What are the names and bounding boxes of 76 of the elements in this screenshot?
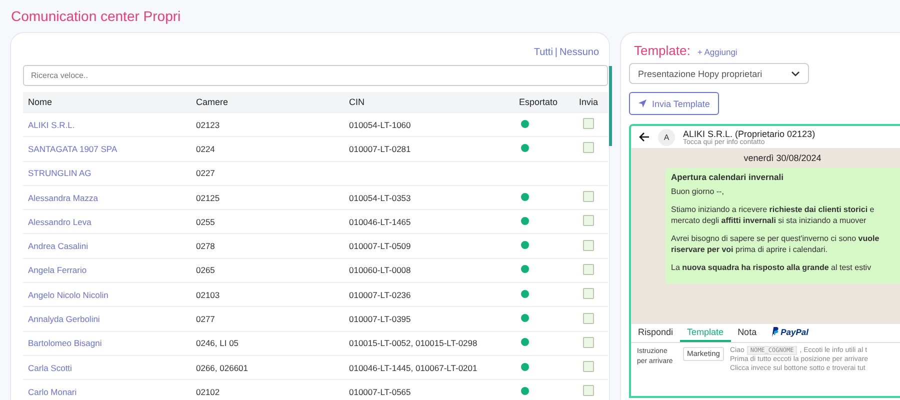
send-checkbox[interactable]	[583, 142, 594, 154]
send-checkbox[interactable]	[583, 118, 594, 130]
contact-name-link[interactable]: ALIKI S.R.L.	[23, 120, 191, 130]
table-cell-text: 02125	[195, 192, 221, 203]
contact-name: ALIKI S.R.L. (Proprietario 02123)	[683, 128, 816, 138]
add-template-link[interactable]: + Aggiungi	[697, 47, 738, 57]
compose-tab[interactable]: Nota	[730, 324, 764, 342]
table-cell-text: 02123	[195, 120, 221, 130]
column-header: Esportato	[518, 97, 559, 107]
table-cell-text: 010054-LT-1060	[348, 120, 412, 130]
message-paragraph: La nuova squadra ha risposto alla grande al test estiv	[671, 262, 872, 274]
send-template-button[interactable]: Invia Template	[629, 92, 719, 115]
contact-name-link[interactable]: STRUNGLIN AG	[23, 168, 191, 178]
table-cell-text: 010007-LT-0565	[348, 386, 412, 397]
table-cell-text: 0278	[195, 241, 216, 252]
table-cell-text: 0224	[195, 144, 216, 154]
send-checkbox[interactable]	[583, 240, 594, 251]
send-checkbox[interactable]	[583, 312, 594, 324]
contact-name-link[interactable]: Angela Ferrario	[23, 265, 191, 276]
column-header: Nome	[27, 97, 54, 107]
back-arrow-icon[interactable]	[639, 132, 650, 142]
select-all-link[interactable]: Tutti	[534, 47, 553, 65]
contact-name-link[interactable]: Angelo Nicolo Nicolin	[23, 290, 191, 300]
contact-avatar: A	[658, 128, 675, 146]
table-cell-text: 0227	[195, 168, 216, 178]
table-cell-text: 0265	[195, 265, 216, 276]
template-heading: Template:	[634, 43, 690, 58]
send-checkbox[interactable]	[583, 361, 594, 372]
table-cell-text: 010060-LT-0008	[348, 265, 412, 276]
table-cell-text: 010007-LT-0236	[348, 290, 412, 300]
select-none-link[interactable]: Nessuno	[560, 47, 599, 65]
search-field[interactable]: Ricerca veloce..	[23, 65, 608, 86]
send-checkbox[interactable]	[583, 215, 594, 226]
contact-name-link[interactable]: SANTAGATA 1907 SPA	[23, 144, 191, 154]
paypal-icon	[770, 327, 779, 337]
compose-tab[interactable]: Rispondi	[631, 324, 680, 342]
table-cell-text: 02102	[195, 386, 221, 397]
page-title: Comunication center Propri	[10, 7, 182, 26]
column-header: Camere	[195, 97, 230, 107]
send-checkbox[interactable]	[583, 264, 594, 275]
send-checkbox[interactable]	[583, 336, 594, 348]
contact-name-link[interactable]: Alessandro Leva	[23, 216, 191, 227]
contact-name-link[interactable]: Andrea Casalini	[23, 241, 191, 252]
table-cell-text: 02103	[195, 290, 221, 300]
contact-name-link[interactable]: Alessandra Mazza	[23, 192, 191, 203]
table-cell-text: 010007-LT-0281	[348, 144, 412, 154]
column-header: CIN	[348, 97, 366, 107]
contact-name-link[interactable]: Annalyda Gerbolini	[23, 314, 191, 324]
table-cell-text: 010046-LT-1465	[348, 216, 412, 227]
table-cell-text: 010046-LT-1445, 010067-LT-0201	[348, 362, 478, 373]
table-cell-text: 0255	[195, 216, 216, 227]
send-checkbox[interactable]	[583, 385, 594, 396]
send-checkbox[interactable]	[583, 191, 594, 202]
table-cell-text: 010054-LT-0353	[348, 192, 412, 203]
send-icon	[638, 99, 647, 108]
table-cell-text: 010007-LT-0509	[348, 241, 412, 252]
table-cell-text: 010015-LT-0052, 010015-LT-0298	[348, 338, 478, 348]
message-paragraph: Avrei bisogno di sapere se per quest'inverno ci sono vuole riservare per voi prima di aprire i calendari.	[671, 232, 880, 256]
table-cell-text: 0277	[195, 314, 216, 324]
scrollbar[interactable]	[609, 66, 612, 146]
contact-name-link[interactable]: Carla Scotti	[23, 362, 191, 373]
message-paragraph: Stiamo iniziando a ricevere richieste dai clienti storici e mercato degli affitti invernali si sta iniziando a muover	[671, 204, 876, 227]
table-cell-text: 010007-LT-0395	[348, 314, 412, 324]
column-header: Invia	[578, 97, 600, 107]
date-label: venerdì 30/08/2024	[742, 153, 822, 163]
template-dropdown[interactable]: Presentazione Hopy proprietari	[629, 63, 809, 84]
contact-name-link[interactable]: Bartolomeo Bisagni	[23, 338, 191, 348]
table-cell-text: 0266, 026601	[195, 362, 249, 373]
send-checkbox[interactable]	[583, 288, 594, 300]
message-title: Apertura calendari invernali	[671, 172, 784, 182]
contact-name-link[interactable]: Carlo Monari	[23, 386, 191, 397]
table-cell-text: 0246, LI 05	[195, 338, 240, 348]
paypal-tab[interactable]: PayPal	[764, 324, 816, 342]
chevron-down-icon	[791, 70, 800, 76]
link-separator: |	[554, 47, 558, 60]
message-paragraph: Buon giorno --,	[671, 186, 725, 198]
